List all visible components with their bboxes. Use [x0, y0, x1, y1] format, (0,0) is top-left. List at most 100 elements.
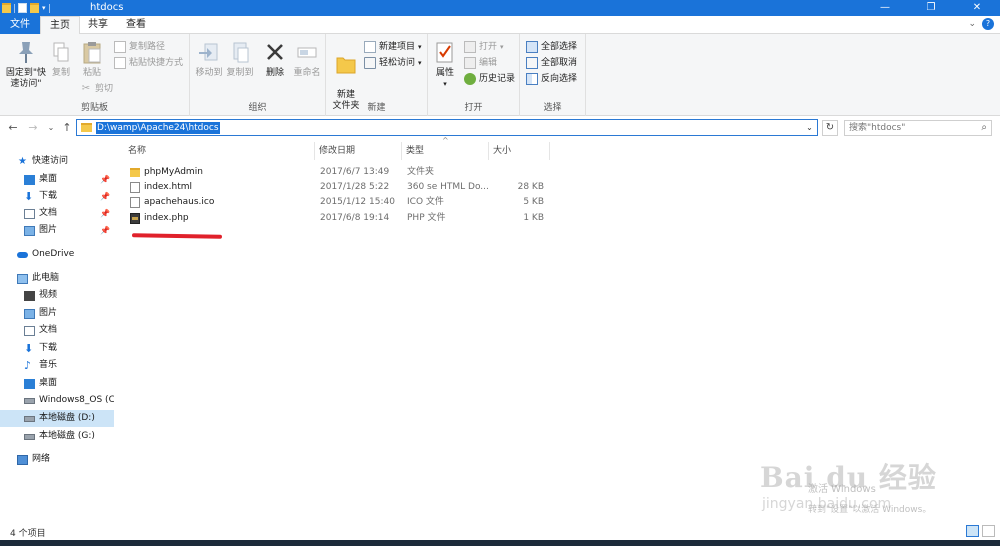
back-arrow-icon[interactable]: ←: [6, 120, 20, 136]
nav-drive-g[interactable]: 本地磁盘 (G:): [0, 428, 114, 445]
window-title: htdocs: [90, 2, 124, 13]
rename-button[interactable]: 重命名: [290, 40, 324, 79]
window-controls: — ❐ ✕: [862, 0, 1000, 16]
customize-toolbar-chevron-icon[interactable]: ▾: [42, 4, 46, 12]
nav-drive-d[interactable]: 本地磁盘 (D:): [0, 410, 114, 427]
address-bar[interactable]: D:\wamp\Apache24\htdocs ⌄: [76, 119, 818, 136]
file-name: phpMyAdmin: [144, 167, 203, 177]
large-icons-view-button[interactable]: [982, 525, 995, 537]
easy-access-button[interactable]: 轻松访问 ▾: [364, 56, 422, 70]
new-item-dropdown-icon: ▾: [418, 43, 422, 51]
delete-button[interactable]: 删除: [262, 40, 288, 79]
column-header-size[interactable]: 大小: [489, 142, 549, 160]
nav-pc-downloads[interactable]: ⬇ 下载: [0, 340, 114, 357]
folder-icon: [81, 123, 92, 132]
forward-arrow-icon[interactable]: →: [26, 120, 40, 136]
file-type: ICO 文件: [407, 197, 444, 207]
properties-button[interactable]: 属性 ▾: [430, 40, 460, 90]
nav-this-pc[interactable]: 此电脑: [0, 270, 114, 287]
tab-file[interactable]: 文件: [0, 16, 40, 34]
column-header-name[interactable]: 名称: [124, 142, 314, 160]
nav-pc-videos[interactable]: 视频: [0, 287, 114, 304]
tab-home[interactable]: 主页: [40, 16, 80, 35]
file-row[interactable]: index.html 2017/1/28 5:22 360 se HTML Do…: [126, 180, 550, 195]
red-annotation-underline: [131, 233, 223, 239]
maximize-button[interactable]: ❐: [908, 0, 954, 16]
nav-quick-documents[interactable]: 文档 📌: [0, 205, 114, 222]
scissors-icon: ✂: [81, 83, 91, 94]
pin-icon: 📌: [100, 175, 110, 184]
nav-pc-desktop[interactable]: 桌面: [0, 375, 114, 392]
baidu-watermark: Bai du 经验 激活 Windows jingyan.baidu.com 转…: [760, 456, 937, 515]
file-size: 5 KB: [523, 197, 544, 207]
nav-quick-desktop[interactable]: 桌面 📌: [0, 171, 114, 188]
new-item-button[interactable]: 新建项目 ▾: [364, 40, 422, 54]
select-none-icon: [526, 57, 538, 69]
pin-icon: [19, 42, 33, 63]
collapse-ribbon-chevron-icon[interactable]: ⌄: [968, 19, 976, 29]
pin-quick-access-button[interactable]: 固定到"快速访问": [2, 40, 50, 90]
file-type: 360 se HTML Do...: [407, 182, 489, 192]
invert-selection-button[interactable]: 反向选择: [526, 72, 577, 86]
open-group: 属性 ▾ 打开 ▾ 编辑 历史记录 打开: [428, 34, 520, 116]
new-group: 新建 文件夹 新建项目 ▾ 轻松访问 ▾ 新建: [326, 34, 428, 116]
help-icon[interactable]: ?: [982, 18, 994, 30]
file-row[interactable]: phpMyAdmin 2017/6/7 13:49 文件夹: [126, 165, 550, 180]
refresh-icon: ↻: [825, 122, 835, 133]
nav-quick-access[interactable]: ★ 快速访问: [0, 153, 114, 170]
search-input[interactable]: [845, 121, 971, 135]
nav-quick-pictures[interactable]: 图片 📌: [0, 222, 114, 239]
copy-to-button[interactable]: 复制到: [224, 40, 256, 79]
paste-button[interactable]: 粘贴: [78, 40, 106, 79]
open-icon: [464, 41, 476, 53]
move-to-button[interactable]: 移动到: [194, 40, 224, 79]
navigation-pane: ★ 快速访问 桌面 📌 ⬇ 下载 📌 文档 📌 图片 📌 OneDrive 此电…: [0, 140, 114, 520]
status-bar: 4 个项目: [0, 522, 1000, 540]
file-row[interactable]: apachehaus.ico 2015/1/12 15:40 ICO 文件 5 …: [126, 195, 550, 210]
file-name: index.html: [144, 182, 192, 192]
nav-quick-downloads[interactable]: ⬇ 下载 📌: [0, 188, 114, 205]
new-folder-icon[interactable]: [30, 3, 39, 13]
copy-button[interactable]: 复制: [48, 40, 74, 79]
cut-button[interactable]: ✂ 剪切: [80, 82, 113, 96]
delete-x-icon: [267, 44, 283, 60]
desktop-icon: [24, 379, 35, 389]
address-path[interactable]: D:\wamp\Apache24\htdocs: [96, 122, 220, 134]
open-button[interactable]: 打开 ▾: [464, 40, 504, 54]
file-type: PHP 文件: [407, 213, 446, 223]
properties-icon[interactable]: [18, 3, 27, 13]
close-button[interactable]: ✕: [954, 0, 1000, 16]
nav-pc-music[interactable]: ♪ 音乐: [0, 357, 114, 374]
nav-pc-pictures[interactable]: 图片: [0, 305, 114, 322]
explorer-window: ▾ htdocs — ❐ ✕ 文件 主页 共享 查看 ⌄ ? 固定到"快速访问"…: [0, 0, 1000, 546]
tab-share[interactable]: 共享: [80, 16, 116, 34]
paste-shortcut-button[interactable]: 粘贴快捷方式: [114, 56, 183, 70]
column-header-date[interactable]: 修改日期: [315, 142, 401, 160]
nav-drive-c[interactable]: Windows8_OS (C:): [0, 392, 114, 409]
easy-access-dropdown-icon: ▾: [418, 59, 422, 67]
column-divider[interactable]: [549, 142, 550, 160]
select-all-button[interactable]: 全部选择: [526, 40, 577, 54]
copy-path-button[interactable]: 复制路径: [114, 40, 165, 54]
minimize-button[interactable]: —: [862, 0, 908, 16]
new-item-icon: [364, 41, 376, 53]
details-view-button[interactable]: [966, 525, 979, 537]
column-header-type[interactable]: 类型: [402, 142, 488, 160]
tab-view[interactable]: 查看: [116, 16, 156, 34]
recent-locations-chevron-icon[interactable]: ⌄: [44, 120, 58, 136]
ico-file-icon: [130, 197, 140, 208]
select-none-button[interactable]: 全部取消: [526, 56, 577, 70]
file-row[interactable]: index.php 2017/6/8 19:14 PHP 文件 1 KB: [126, 211, 550, 226]
new-folder-icon: [336, 57, 356, 74]
address-dropdown-chevron-icon[interactable]: ⌄: [804, 122, 815, 133]
edit-button[interactable]: 编辑: [464, 56, 497, 70]
nav-onedrive[interactable]: OneDrive: [0, 246, 114, 263]
history-button[interactable]: 历史记录: [464, 72, 515, 86]
search-box[interactable]: ⌕: [844, 120, 992, 136]
nav-network[interactable]: 网络: [0, 451, 114, 468]
nav-pc-documents[interactable]: 文档: [0, 322, 114, 339]
activate-windows-hint: 转到"设置"以激活 Windows。: [808, 505, 932, 515]
edit-icon: [464, 57, 476, 69]
refresh-button[interactable]: ↻: [822, 120, 838, 136]
up-arrow-icon[interactable]: ↑: [60, 120, 74, 136]
